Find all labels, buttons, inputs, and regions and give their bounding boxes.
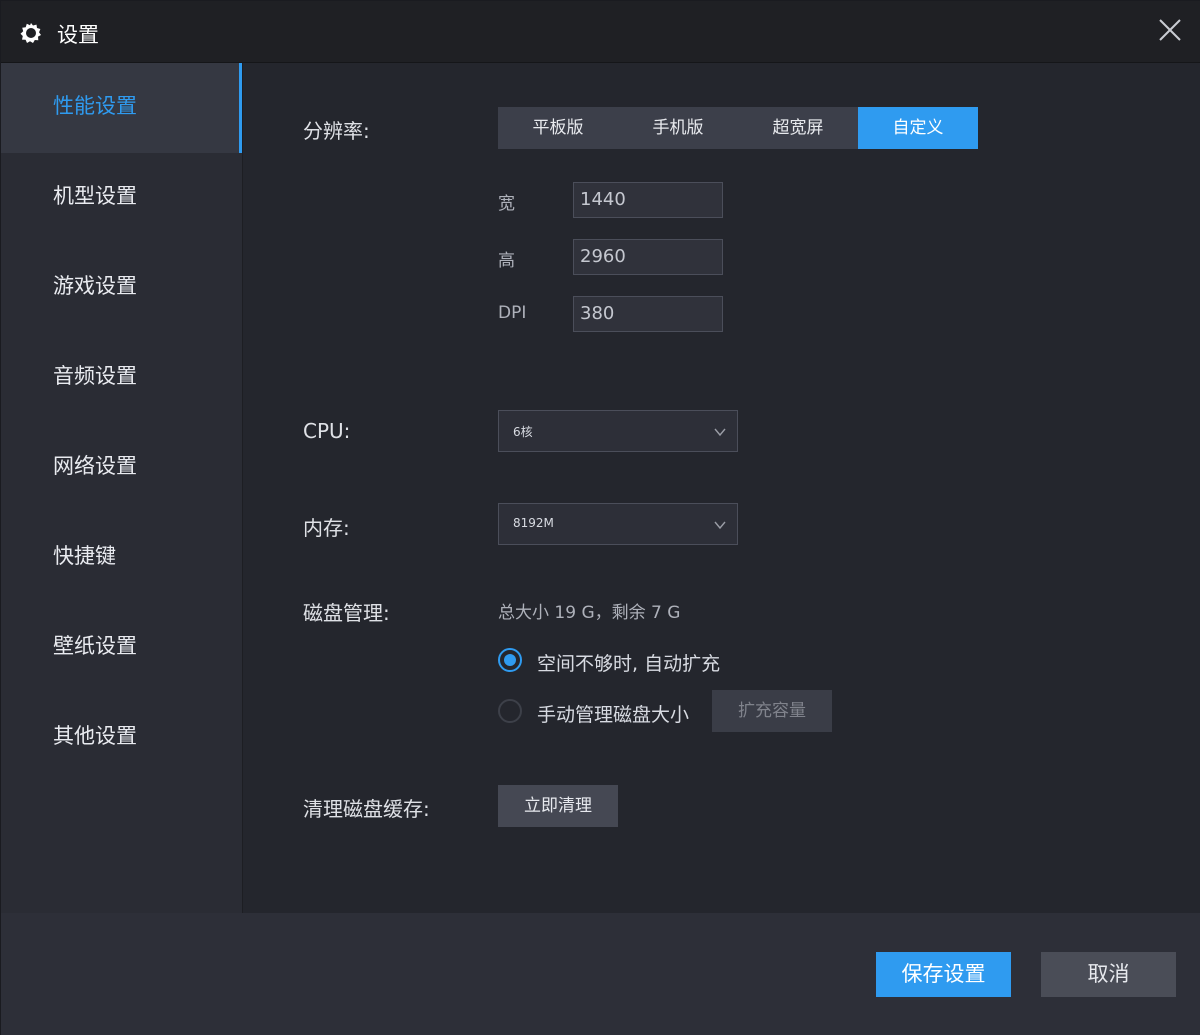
height-input[interactable]: 2960	[573, 239, 723, 275]
disk-auto-label[interactable]: 空间不够时, 自动扩充	[537, 649, 720, 676]
disk-manual-label[interactable]: 手动管理磁盘大小	[537, 700, 689, 727]
resolution-option-tablet[interactable]: 平板版	[498, 107, 618, 149]
resolution-option-phone[interactable]: 手机版	[618, 107, 738, 149]
performance-settings-panel: 分辨率: 平板版 手机版 超宽屏 自定义 宽 1440 高 2960 DPI 3…	[243, 63, 1200, 913]
resolution-option-ultrawide[interactable]: 超宽屏	[738, 107, 858, 149]
save-settings-button[interactable]: 保存设置	[876, 952, 1011, 997]
gear-icon	[20, 23, 41, 43]
cpu-label: CPU:	[303, 419, 351, 443]
disk-manual-radio[interactable]	[498, 699, 522, 723]
height-label: 高	[498, 251, 515, 271]
title-bar: 设置	[1, 1, 1200, 63]
memory-select-value: 8192M	[513, 516, 554, 530]
cpu-select-value: 6核	[513, 425, 533, 439]
chevron-down-icon	[714, 428, 726, 437]
cpu-select[interactable]: 6核	[498, 410, 738, 452]
sidebar-item-performance[interactable]: 性能设置	[1, 63, 242, 153]
cancel-button[interactable]: 取消	[1041, 952, 1176, 997]
resolution-label: 分辨率:	[303, 119, 370, 143]
disk-label: 磁盘管理:	[303, 601, 390, 625]
footer: 保存设置 取消	[1, 913, 1200, 1035]
dpi-label: DPI	[498, 303, 527, 323]
memory-label: 内存:	[303, 516, 350, 540]
sidebar: 性能设置 机型设置 游戏设置 音频设置 网络设置 快捷键 壁纸设置 其他设置	[1, 63, 243, 913]
clear-cache-label: 清理磁盘缓存:	[303, 797, 430, 821]
close-icon[interactable]	[1157, 17, 1183, 43]
resolution-option-custom[interactable]: 自定义	[858, 107, 978, 149]
sidebar-item-wallpaper[interactable]: 壁纸设置	[1, 603, 242, 693]
expand-capacity-button[interactable]: 扩充容量	[712, 690, 832, 732]
window-title: 设置	[57, 23, 99, 47]
width-label: 宽	[498, 194, 515, 214]
sidebar-item-network[interactable]: 网络设置	[1, 423, 242, 513]
sidebar-item-shortcuts[interactable]: 快捷键	[1, 513, 242, 603]
clear-now-button[interactable]: 立即清理	[498, 785, 618, 827]
sidebar-item-device-model[interactable]: 机型设置	[1, 153, 242, 243]
sidebar-item-other[interactable]: 其他设置	[1, 693, 242, 783]
chevron-down-icon	[714, 521, 726, 530]
dpi-input[interactable]: 380	[573, 296, 723, 332]
disk-auto-radio[interactable]	[498, 648, 522, 672]
sidebar-item-game[interactable]: 游戏设置	[1, 243, 242, 333]
disk-info: 总大小 19 G，剩余 7 G	[498, 603, 681, 623]
settings-window: 设置 性能设置 机型设置 游戏设置 音频设置 网络设置 快捷键 壁纸设置 其他设…	[0, 0, 1200, 1035]
resolution-selector: 平板版 手机版 超宽屏 自定义	[498, 107, 978, 149]
sidebar-item-audio[interactable]: 音频设置	[1, 333, 242, 423]
width-input[interactable]: 1440	[573, 182, 723, 218]
memory-select[interactable]: 8192M	[498, 503, 738, 545]
